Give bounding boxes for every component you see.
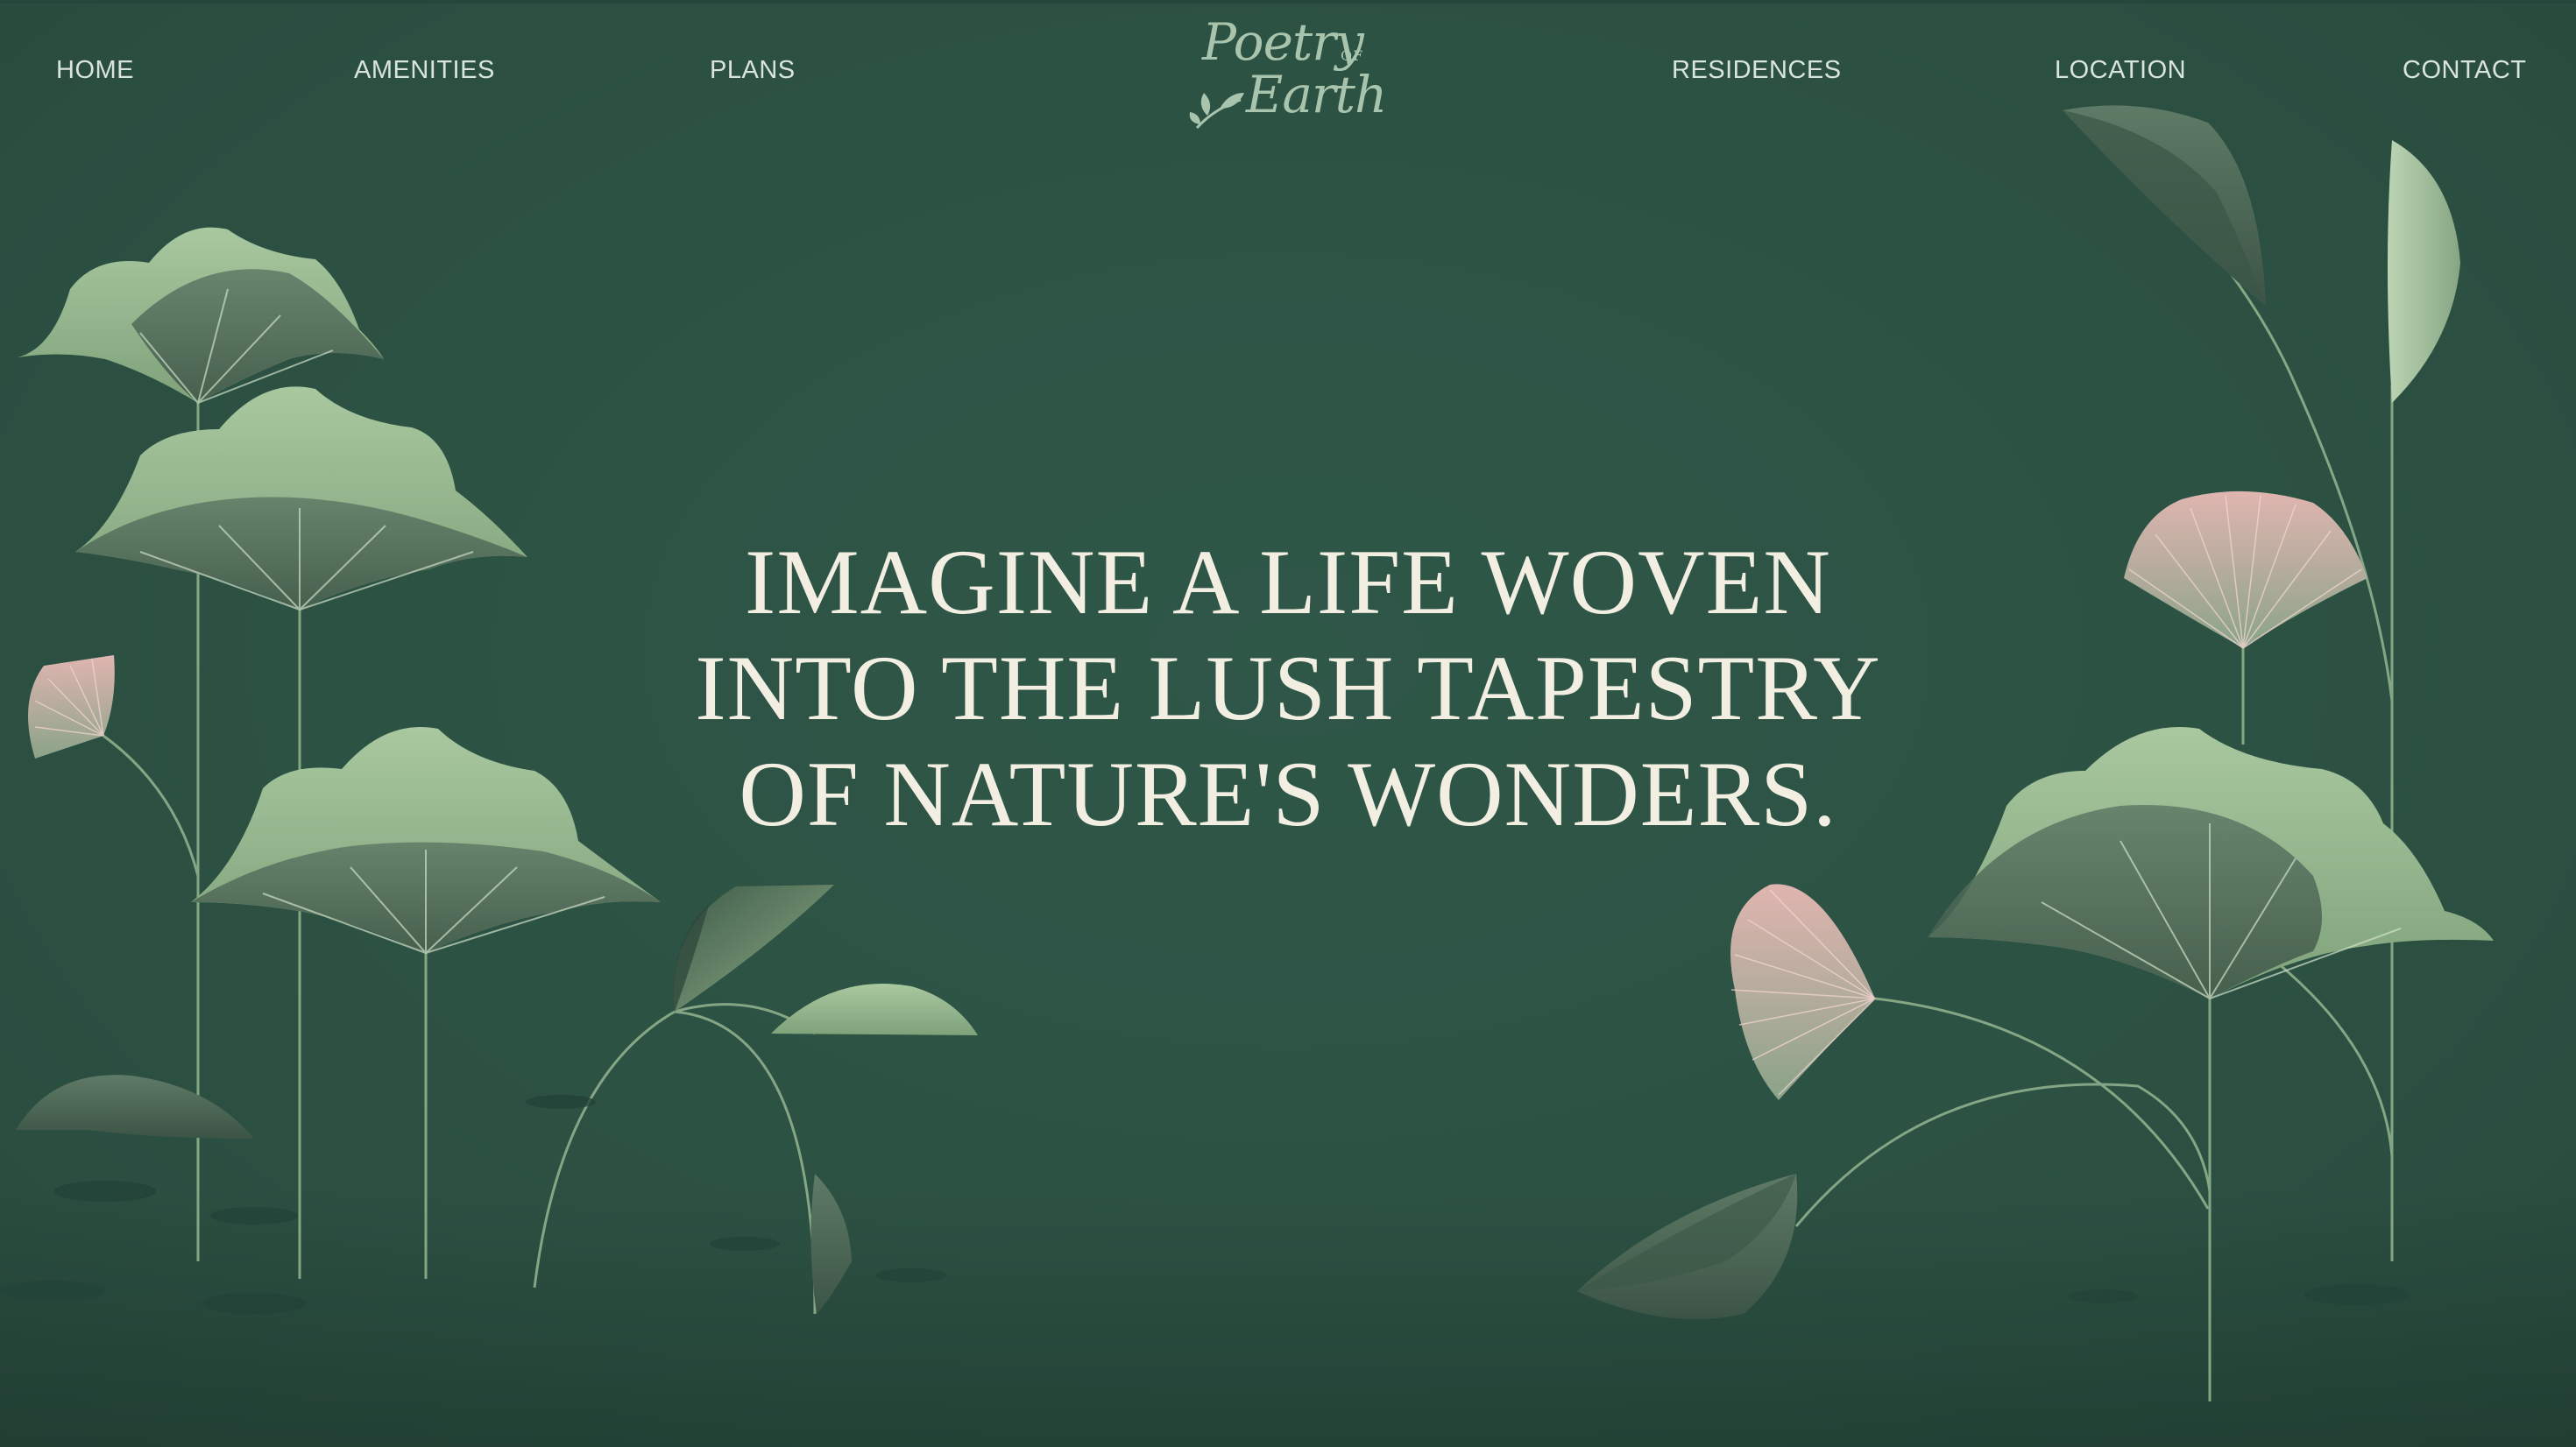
hero-line-2: INTO THE LUSH TAPESTRY xyxy=(695,637,1881,739)
logo-word-earth: Earth xyxy=(1246,65,1387,124)
nav-amenities[interactable]: AMENITIES xyxy=(354,56,495,85)
nav-home[interactable]: HOME xyxy=(56,56,134,85)
hero-section: HOME AMENITIES PLANS RESIDENCES LOCATION… xyxy=(0,0,2576,1447)
nav-plans[interactable]: PLANS xyxy=(710,56,796,85)
nav-location[interactable]: LOCATION xyxy=(2055,56,2186,85)
hero-heading: IMAGINE A LIFE WOVEN INTO THE LUSH TAPES… xyxy=(526,529,2050,847)
nav-contact[interactable]: CONTACT xyxy=(2403,56,2527,85)
brand-logo[interactable]: Poetry OF Earth xyxy=(1188,12,1387,130)
logo-word-of: OF xyxy=(1341,47,1364,64)
hero-line-1: IMAGINE A LIFE WOVEN xyxy=(745,531,1831,633)
leaf-sprig-icon xyxy=(1189,93,1244,130)
logo-word-poetry: Poetry xyxy=(1202,12,1364,72)
hero-line-3: OF NATURE'S WONDERS. xyxy=(739,743,1837,845)
nav-residences[interactable]: RESIDENCES xyxy=(1672,56,1842,85)
